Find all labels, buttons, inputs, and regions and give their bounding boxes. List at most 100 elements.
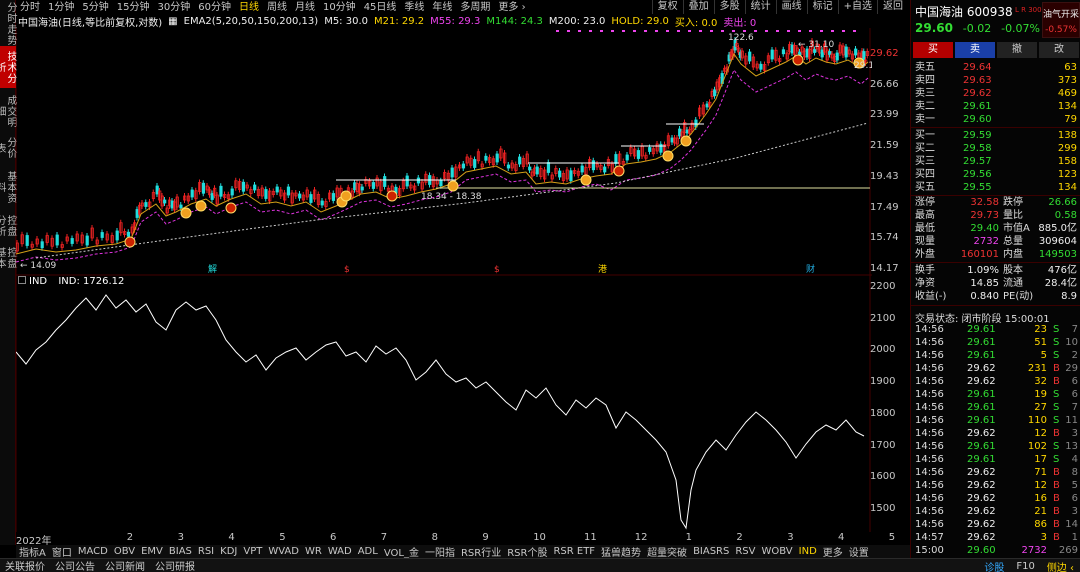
- ind-tab-8[interactable]: VPT: [240, 546, 265, 557]
- ind-tab-2[interactable]: MACD: [75, 546, 111, 557]
- period-0[interactable]: 分时: [16, 0, 44, 15]
- tool-1[interactable]: 叠加: [682, 0, 714, 14]
- left-tab-0[interactable]: 分时走势: [0, 2, 16, 46]
- ask-row[interactable]: 卖四 29.63 373: [911, 74, 1080, 87]
- bid-row[interactable]: 买二 29.58 299: [911, 142, 1080, 155]
- date-tick: 2: [736, 532, 743, 543]
- modify-order-button[interactable]: 改: [1039, 42, 1079, 58]
- period-4[interactable]: 30分钟: [153, 0, 194, 15]
- ind-tab-17[interactable]: RSR ETF: [550, 546, 598, 557]
- ind-tab-25[interactable]: 设置: [846, 545, 872, 558]
- kline-axis-label: 14.17: [870, 262, 899, 274]
- tool-3[interactable]: 统计: [744, 0, 776, 14]
- bottom-link-2[interactable]: 公司新闻: [100, 558, 150, 572]
- period-9[interactable]: 10分钟: [319, 0, 360, 15]
- ind-tab-6[interactable]: RSI: [195, 546, 217, 557]
- bid-row[interactable]: 买四 29.56 123: [911, 168, 1080, 181]
- tool-0[interactable]: 复权: [651, 0, 683, 14]
- ind-tab-20[interactable]: BIASRS: [690, 546, 732, 557]
- kline-chart[interactable]: 122.6 ← 31.10 29.1 ← 14.09 18.34 - 18.38 解 $ $ 港…: [16, 28, 872, 276]
- ask-row[interactable]: 卖二 29.61 134: [911, 100, 1080, 113]
- period-7[interactable]: 周线: [263, 0, 291, 15]
- candle-body: [781, 49, 786, 55]
- period-6[interactable]: 日线: [235, 0, 263, 15]
- price-change: -0.02: [962, 22, 992, 35]
- ind-tab-3[interactable]: OBV: [111, 546, 138, 557]
- bid-row[interactable]: 买一 29.59 138: [911, 129, 1080, 142]
- period-10[interactable]: 45日线: [360, 0, 401, 15]
- stat-label: 最低: [915, 223, 935, 234]
- tool-2[interactable]: 多股: [713, 0, 745, 14]
- ind-tab-24[interactable]: 更多: [820, 545, 846, 558]
- ind-tab-4[interactable]: EMV: [138, 546, 166, 557]
- bottom-right-link-2[interactable]: 侧边 ‹: [1041, 559, 1080, 572]
- tool-7[interactable]: 返回: [877, 0, 908, 14]
- ind-tab-13[interactable]: VOL_金: [381, 545, 422, 558]
- period-5[interactable]: 60分钟: [194, 0, 235, 15]
- signal-dot: [644, 30, 647, 32]
- ind-tab-7[interactable]: KDJ: [217, 546, 240, 557]
- tick-volume: 2732: [1021, 545, 1047, 556]
- ind-tab-23[interactable]: IND: [796, 546, 820, 557]
- ind-tab-16[interactable]: RSR个股: [504, 545, 550, 558]
- stat-value: 8.9: [1061, 291, 1077, 302]
- bottom-right-link-1[interactable]: F10: [1010, 561, 1040, 572]
- ind-tab-10[interactable]: WR: [302, 546, 325, 557]
- bottom-right-link-0[interactable]: 诊股: [978, 559, 1010, 572]
- bottom-link-1[interactable]: 公司公告: [50, 558, 100, 572]
- period-11[interactable]: 季线: [400, 0, 428, 15]
- sell-button[interactable]: 卖: [955, 42, 995, 58]
- ind-tab-22[interactable]: WOBV: [759, 546, 796, 557]
- tick-time: 14:56: [915, 506, 944, 517]
- tool-4[interactable]: 画线: [775, 0, 807, 14]
- ind-tab-21[interactable]: RSV: [732, 546, 758, 557]
- ind-tab-15[interactable]: RSR行业: [458, 545, 504, 558]
- candle-body: [528, 166, 532, 171]
- bottom-link-3[interactable]: 公司研报: [150, 558, 200, 572]
- left-tab-2[interactable]: 成交明细: [0, 90, 16, 132]
- ind-tab-1[interactable]: 窗口: [49, 545, 75, 558]
- bid-row[interactable]: 买三 29.57 158: [911, 155, 1080, 168]
- left-tab-1[interactable]: 技术分析: [0, 46, 16, 88]
- left-tab-6[interactable]: 控盘基本: [0, 244, 16, 272]
- left-tab-4[interactable]: 基本资料: [0, 166, 16, 208]
- ask-row[interactable]: 卖一 29.60 79: [911, 113, 1080, 126]
- period-8[interactable]: 月线: [291, 0, 319, 15]
- ind-indicator-chart[interactable]: [16, 276, 872, 532]
- ind-tab-19[interactable]: 超量突破: [644, 545, 690, 558]
- buy-button[interactable]: 买: [913, 42, 953, 58]
- ind-tab-12[interactable]: ADL: [355, 546, 381, 557]
- ema-settings-icon[interactable]: ▦: [168, 16, 177, 27]
- sector-box[interactable]: 油气开采 -0.57%: [1042, 2, 1080, 38]
- cancel-order-button[interactable]: 撤: [997, 42, 1037, 58]
- period-13[interactable]: 多周期: [456, 0, 494, 15]
- tick-volume: 17: [1034, 454, 1047, 465]
- tick-row: 15:00 29.60 2732 269: [911, 544, 1080, 557]
- ind-settings-icon[interactable]: [18, 276, 26, 284]
- ind-tab-0[interactable]: 指标A: [16, 545, 49, 558]
- tool-5[interactable]: 标记: [806, 0, 838, 14]
- ind-tab-11[interactable]: WAD: [325, 546, 355, 557]
- period-12[interactable]: 年线: [428, 0, 456, 15]
- stat-label: 收益(-): [915, 291, 947, 302]
- bid-row[interactable]: 买五 29.55 134: [911, 181, 1080, 194]
- ind-tab-5[interactable]: BIAS: [166, 546, 195, 557]
- bottom-link-0[interactable]: 关联报价: [0, 558, 50, 572]
- ind-tab-14[interactable]: 一阳指: [422, 545, 458, 558]
- candle-body: [40, 241, 44, 249]
- ind-tab-18[interactable]: 猛兽趋势: [598, 545, 644, 558]
- left-tab-3[interactable]: 分价表: [0, 132, 16, 164]
- left-tab-5[interactable]: 控盘分析: [0, 210, 16, 242]
- ask-row[interactable]: 卖五 29.64 63: [911, 61, 1080, 74]
- ask-row[interactable]: 卖三 29.62 469: [911, 87, 1080, 100]
- ema-label[interactable]: EMA2(5,20,50,150,200,13): [184, 16, 319, 27]
- ind-tab-9[interactable]: WVAD: [265, 546, 302, 557]
- period-2[interactable]: 5分钟: [78, 0, 112, 15]
- stat-row: 最高 29.73 量比 0.58: [911, 209, 1080, 222]
- tool-6[interactable]: +自选: [837, 0, 877, 14]
- period-14[interactable]: 更多 ›: [494, 0, 529, 15]
- period-3[interactable]: 15分钟: [113, 0, 154, 15]
- candle-body: [210, 193, 214, 200]
- period-1[interactable]: 1分钟: [44, 0, 78, 15]
- left-vertical-tabs: 分时走势技术分析成交明细分价表基本资料控盘分析控盘基本: [0, 0, 16, 545]
